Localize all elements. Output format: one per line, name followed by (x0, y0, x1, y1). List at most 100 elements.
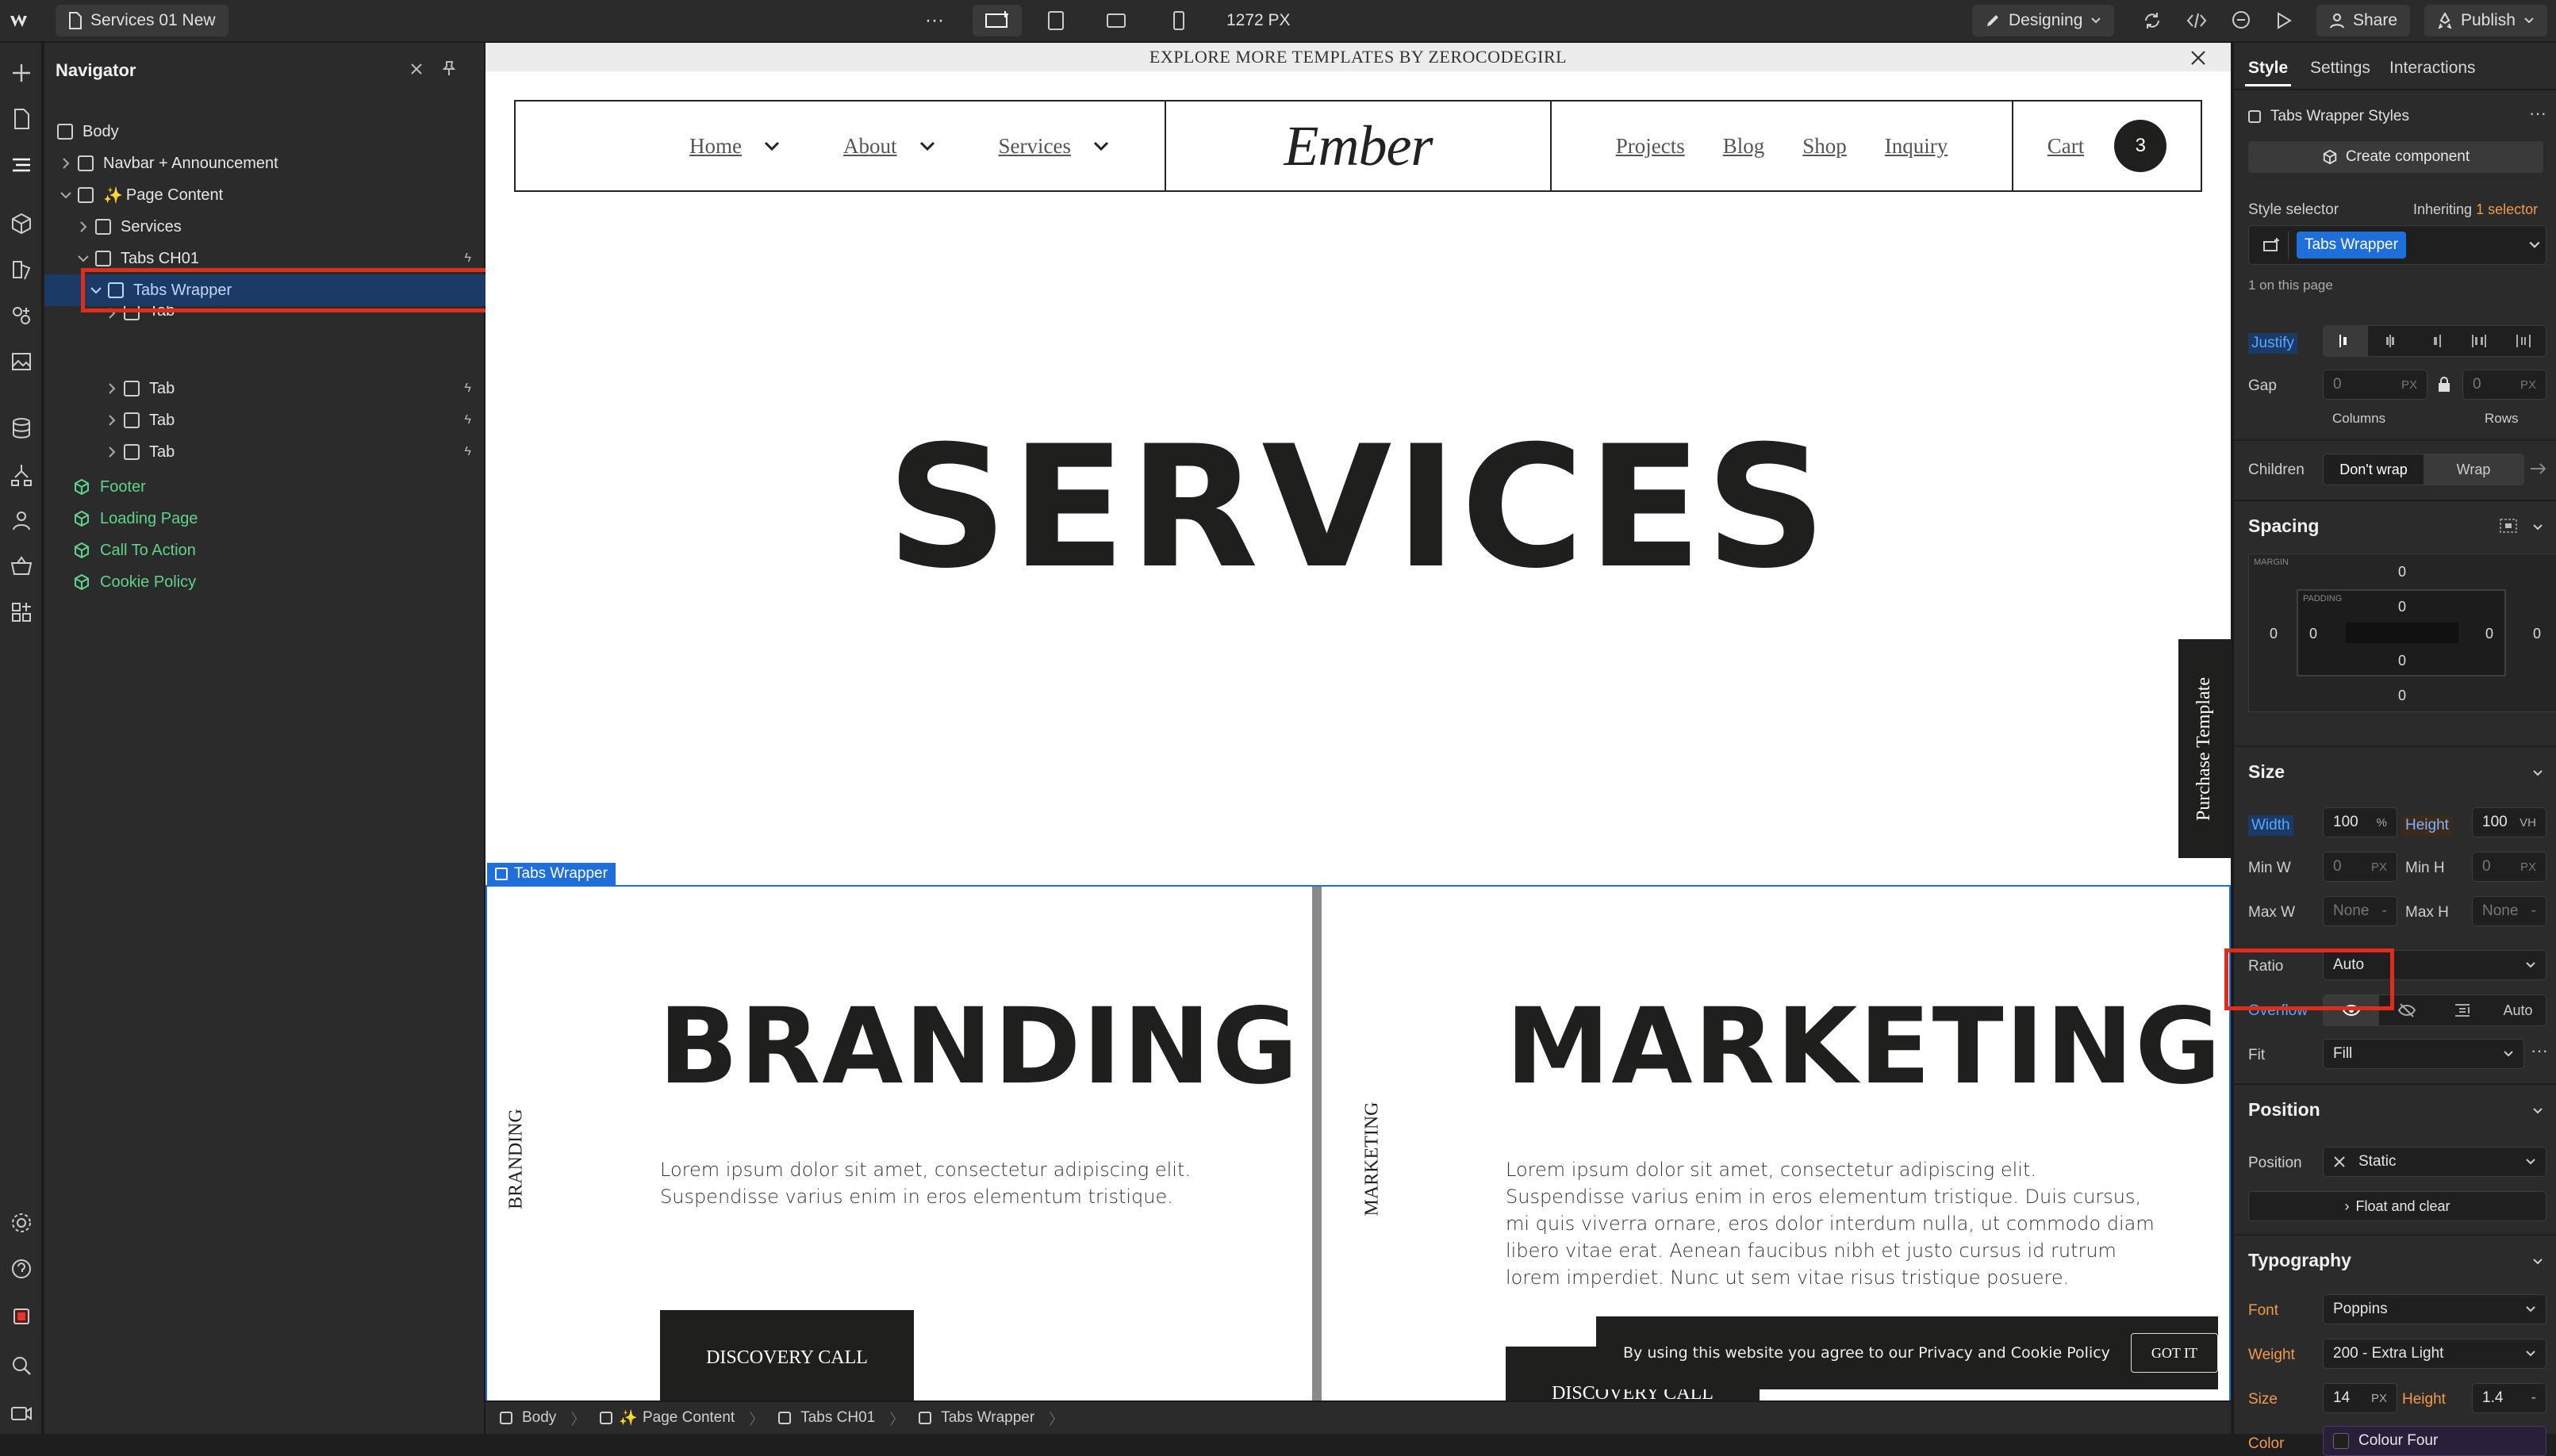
cart-link[interactable]: Cart (2047, 134, 2085, 159)
cms-icon[interactable] (9, 416, 34, 441)
close-icon[interactable] (2189, 49, 2207, 67)
style-manager-icon[interactable] (9, 257, 34, 282)
nav-item-tab-4[interactable]: Tab ϟ (44, 436, 485, 468)
nav-item-services[interactable]: Services (44, 211, 485, 243)
ecommerce-icon[interactable] (9, 554, 34, 579)
chevron-down-icon[interactable] (2528, 239, 2541, 251)
chevron-down-icon[interactable] (2532, 1256, 2543, 1267)
share-button[interactable]: Share (2316, 5, 2411, 36)
nav-item-tab-3[interactable]: Tab ϟ (44, 404, 485, 436)
selector-settings-icon[interactable] (2254, 231, 2289, 259)
breadcrumb-item-tabs-ch01[interactable]: Tabs CH01 (764, 1409, 889, 1427)
nav-item-footer[interactable]: Footer (44, 471, 485, 503)
mobile-portrait-button[interactable] (1172, 5, 1185, 36)
gap-rows-input[interactable]: 0 PX (2462, 370, 2546, 400)
site-logo[interactable]: Ember (1284, 113, 1433, 179)
create-component-button[interactable]: Create component (2248, 141, 2543, 173)
justify-around-icon[interactable] (2501, 326, 2546, 356)
cookie-got-it-button[interactable]: GOT IT (2130, 1333, 2218, 1373)
desktop-breakpoint-button[interactable] (973, 5, 1022, 36)
nav-link-shop[interactable]: Shop (1802, 134, 1847, 159)
position-select[interactable]: Static (2323, 1147, 2546, 1177)
sync-button[interactable] (2142, 5, 2163, 36)
panel-tab-interactions[interactable]: Interactions (2389, 59, 2476, 78)
publish-button[interactable]: Publish (2424, 5, 2547, 36)
cart-count-badge[interactable]: 3 (2114, 120, 2167, 172)
search-icon[interactable] (9, 1353, 34, 1378)
selector-chip[interactable]: Tabs Wrapper (2297, 232, 2406, 259)
nav-link-services[interactable]: Services (999, 134, 1109, 159)
nav-item-call-to-action[interactable]: Call To Action (44, 535, 485, 566)
position-section-title[interactable]: Position (2248, 1099, 2320, 1121)
code-button[interactable] (2186, 5, 2207, 36)
chevron-down-icon[interactable] (2532, 522, 2543, 533)
help-icon[interactable] (9, 1256, 34, 1282)
discovery-call-button-branding[interactable]: DISCOVERY CALL (660, 1310, 914, 1400)
typography-section-title[interactable]: Typography (2248, 1250, 2351, 1271)
padding-top-value[interactable]: 0 (2398, 599, 2406, 615)
min-height-input[interactable]: 0 PX (2472, 852, 2546, 882)
nav-link-blog[interactable]: Blog (1723, 134, 1765, 159)
size-section-title[interactable]: Size (2248, 761, 2285, 783)
nav-item-navbar[interactable]: Navbar + Announcement (44, 148, 485, 179)
ratio-select[interactable]: Auto (2323, 950, 2546, 980)
breadcrumb-item-page-content[interactable]: ✨ Page Content (585, 1408, 749, 1427)
panel-tab-style[interactable]: Style (2248, 59, 2288, 78)
more-icon[interactable]: ··· (2529, 103, 2546, 124)
color-select[interactable]: Colour Four (2323, 1426, 2546, 1456)
spacing-section-title[interactable]: Spacing (2248, 515, 2319, 537)
more-icon[interactable]: ··· (2531, 1040, 2548, 1061)
lock-icon[interactable] (2437, 376, 2451, 393)
max-height-input[interactable]: None - (2472, 896, 2546, 926)
add-icon[interactable] (9, 60, 34, 86)
breadcrumb-item-tabs-wrapper[interactable]: Tabs Wrapper (904, 1409, 1049, 1427)
nav-item-loading-page[interactable]: Loading Page (44, 503, 485, 535)
margin-bottom-value[interactable]: 0 (2398, 688, 2406, 704)
record-icon[interactable] (9, 1304, 34, 1329)
video-icon[interactable] (9, 1400, 34, 1426)
justify-center-icon[interactable] (2368, 326, 2412, 356)
settings-icon[interactable] (9, 1210, 34, 1236)
tab-panel-branding[interactable]: BRANDING BRANDING Lorem ipsum dolor sit … (487, 887, 1322, 1400)
nav-item-tab-2[interactable]: Tab ϟ (44, 373, 485, 404)
chevron-down-icon[interactable] (2532, 768, 2543, 779)
padding-left-value[interactable]: 0 (2309, 626, 2317, 642)
apps-icon[interactable] (9, 600, 34, 625)
selector-field[interactable]: Tabs Wrapper (2248, 225, 2546, 265)
nav-item-page-content[interactable]: ✨ Page Content (44, 179, 485, 211)
padding-right-value[interactable]: 0 (2485, 626, 2493, 642)
float-clear-button[interactable]: › Float and clear (2248, 1191, 2546, 1221)
height-input[interactable]: 100 VH (2472, 807, 2546, 837)
panel-tab-settings[interactable]: Settings (2310, 59, 2370, 78)
mobile-landscape-button[interactable] (1106, 5, 1126, 36)
max-width-input[interactable]: None - (2323, 896, 2397, 926)
gap-columns-input[interactable]: 0 PX (2323, 370, 2427, 400)
logic-icon[interactable] (9, 462, 34, 487)
padding-bottom-value[interactable]: 0 (2398, 653, 2406, 669)
justify-between-icon[interactable] (2457, 326, 2501, 356)
margin-right-value[interactable]: 0 (2533, 626, 2541, 642)
min-width-input[interactable]: 0 PX (2323, 852, 2397, 882)
overflow-hidden-option[interactable] (2379, 995, 2435, 1025)
nav-item-cookie-policy[interactable]: Cookie Policy (44, 566, 485, 598)
inheriting-info[interactable]: Inheriting 1 selector (2413, 201, 2538, 218)
justify-end-icon[interactable] (2412, 326, 2457, 356)
variables-icon[interactable] (9, 303, 34, 328)
overflow-auto-option[interactable]: Auto (2490, 995, 2546, 1025)
assets-icon[interactable] (9, 349, 34, 374)
navigator-icon[interactable] (9, 152, 34, 178)
margin-top-value[interactable]: 0 (2398, 564, 2406, 580)
margin-left-value[interactable]: 0 (2270, 626, 2278, 642)
webflow-logo[interactable] (8, 8, 35, 35)
purchase-template-tab[interactable]: Purchase Template (2178, 639, 2231, 858)
nav-link-projects[interactable]: Projects (1616, 134, 1685, 159)
nav-link-inquiry[interactable]: Inquiry (1885, 134, 1948, 159)
tablet-breakpoint-button[interactable] (1047, 5, 1065, 36)
wrap-settings-icon[interactable] (2529, 460, 2546, 477)
line-height-input[interactable]: 1.4 - (2472, 1383, 2546, 1413)
components-icon[interactable] (9, 211, 34, 236)
overflow-visible-option[interactable] (2324, 995, 2379, 1025)
breadcrumb-item-body[interactable]: Body (485, 1409, 570, 1427)
width-input[interactable]: 100 % (2323, 807, 2397, 837)
pages-icon[interactable] (9, 106, 34, 132)
